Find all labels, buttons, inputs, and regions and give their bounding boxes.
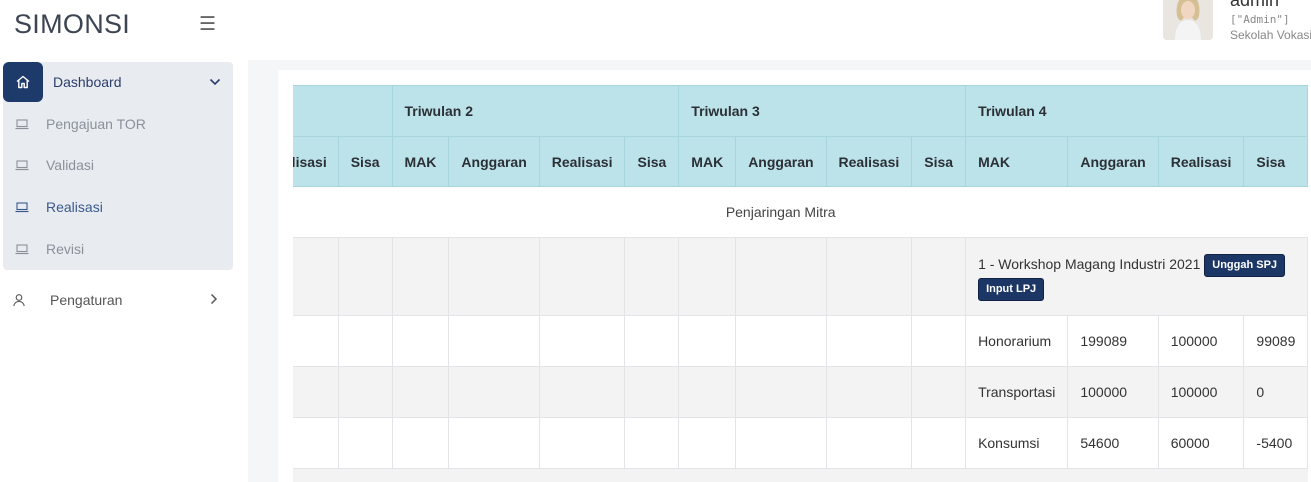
cell-anggaran: 199089 xyxy=(1067,315,1159,367)
column-header: MAK xyxy=(678,136,737,187)
topbar: admin ["Admin"] Sekolah Vokasi xyxy=(248,0,1311,60)
table-subheader-row: Realisasi Sisa MAK Anggaran Realisasi Si… xyxy=(293,136,1309,187)
sidebar-item-label: Revisi xyxy=(46,241,85,257)
column-header: Sisa xyxy=(624,136,680,187)
cell-sisa: 99089 xyxy=(1243,315,1309,367)
column-header: Anggaran xyxy=(448,136,540,187)
realisasi-table: Triwulan 2 Triwulan 3 Triwulan 4 Realisa… xyxy=(293,85,1309,482)
brand-logo[interactable]: SIMONSI xyxy=(14,9,130,40)
table-row xyxy=(293,468,1308,482)
user-role: ["Admin"] xyxy=(1230,13,1290,26)
cell-mak: Konsumsi xyxy=(965,417,1069,469)
cell-sisa: 0 xyxy=(1243,366,1309,418)
sidebar-item-label: Dashboard xyxy=(53,74,122,90)
realisasi-table-scroll[interactable]: Triwulan 2 Triwulan 3 Triwulan 4 Realisa… xyxy=(293,85,1311,482)
column-header: Realisasi xyxy=(538,136,626,187)
sidebar-item-revisi[interactable]: Revisi xyxy=(15,237,84,261)
column-header: MAK xyxy=(965,136,1069,187)
column-header: Anggaran xyxy=(1067,136,1159,187)
quarter-header: Triwulan 2 xyxy=(391,85,680,137)
sidebar-item-realisasi[interactable]: Realisasi xyxy=(15,195,103,219)
cell-mak: Transportasi xyxy=(965,366,1069,418)
laptop-icon xyxy=(15,159,33,171)
table-header-row: Triwulan 2 Triwulan 3 Triwulan 4 xyxy=(293,85,1309,137)
cell-realisasi: 60000 xyxy=(1157,417,1245,469)
menu-group-dashboard: Dashboard Pengajuan TOR Validasi Realisa… xyxy=(3,62,233,270)
chevron-right-icon xyxy=(210,292,222,308)
cell-anggaran: 100000 xyxy=(1067,366,1159,418)
column-header: Sisa xyxy=(1243,136,1309,187)
sidebar-item-dashboard[interactable]: Dashboard xyxy=(3,62,233,102)
input-lpj-button[interactable]: Input LPJ xyxy=(978,278,1045,302)
menu-toggle-icon[interactable]: ☰ xyxy=(199,14,217,34)
quarter-header: Triwulan 4 xyxy=(965,85,1309,137)
user-name: admin xyxy=(1230,0,1280,10)
quarter-header: Triwulan 3 xyxy=(678,85,967,137)
cell-mak: Honorarium xyxy=(965,315,1069,367)
avatar[interactable] xyxy=(1163,0,1213,40)
chevron-down-icon xyxy=(209,78,233,86)
table-row: Honorarium 199089 100000 99089 xyxy=(293,315,1309,367)
sidebar-item-label: Realisasi xyxy=(46,199,103,215)
section-title: Penjaringan Mitra xyxy=(293,186,1308,238)
cell-realisasi: 100000 xyxy=(1157,366,1245,418)
sidebar-item-pengaturan[interactable]: Pengaturan xyxy=(12,288,222,312)
sidebar-item-validasi[interactable]: Validasi xyxy=(15,153,94,177)
sidebar-item-label: Pengaturan xyxy=(50,292,123,308)
sidebar: SIMONSI ☰ Dashboard Pengajuan TOR Valida… xyxy=(0,0,248,482)
home-icon xyxy=(3,62,43,102)
activity-label: 1 - Workshop Magang Industri 2021 xyxy=(978,255,1201,272)
sidebar-item-label: Pengajuan TOR xyxy=(46,116,146,132)
sidebar-item-label: Validasi xyxy=(46,157,94,173)
column-header: Realisasi xyxy=(1157,136,1245,187)
sidebar-item-pengajuan-tor[interactable]: Pengajuan TOR xyxy=(15,112,146,136)
laptop-icon xyxy=(15,201,33,213)
column-header: Realisasi xyxy=(825,136,913,187)
column-header: Sisa xyxy=(337,136,393,187)
column-header: Realisasi xyxy=(293,136,339,187)
cell-anggaran: 54600 xyxy=(1067,417,1159,469)
cell-sisa: -5400 xyxy=(1243,417,1309,469)
column-header: Sisa xyxy=(911,136,967,187)
laptop-icon xyxy=(15,243,33,255)
table-row: Transportasi 100000 100000 0 xyxy=(293,366,1309,418)
column-header: MAK xyxy=(391,136,450,187)
laptop-icon xyxy=(15,118,33,130)
column-header: Anggaran xyxy=(735,136,827,187)
activity-row: 1 - Workshop Magang Industri 2021 Unggah… xyxy=(293,237,1309,316)
section-row: Penjaringan Mitra xyxy=(293,186,1308,238)
activity-cell: 1 - Workshop Magang Industri 2021 Unggah… xyxy=(965,237,1309,316)
cell-realisasi: 100000 xyxy=(1157,315,1245,367)
quarter-header xyxy=(293,85,393,137)
upload-spj-button[interactable]: Unggah SPJ xyxy=(1204,253,1286,277)
user-icon xyxy=(12,293,30,307)
table-row: Konsumsi 54600 60000 -5400 xyxy=(293,417,1309,469)
user-org: Sekolah Vokasi xyxy=(1230,28,1311,42)
